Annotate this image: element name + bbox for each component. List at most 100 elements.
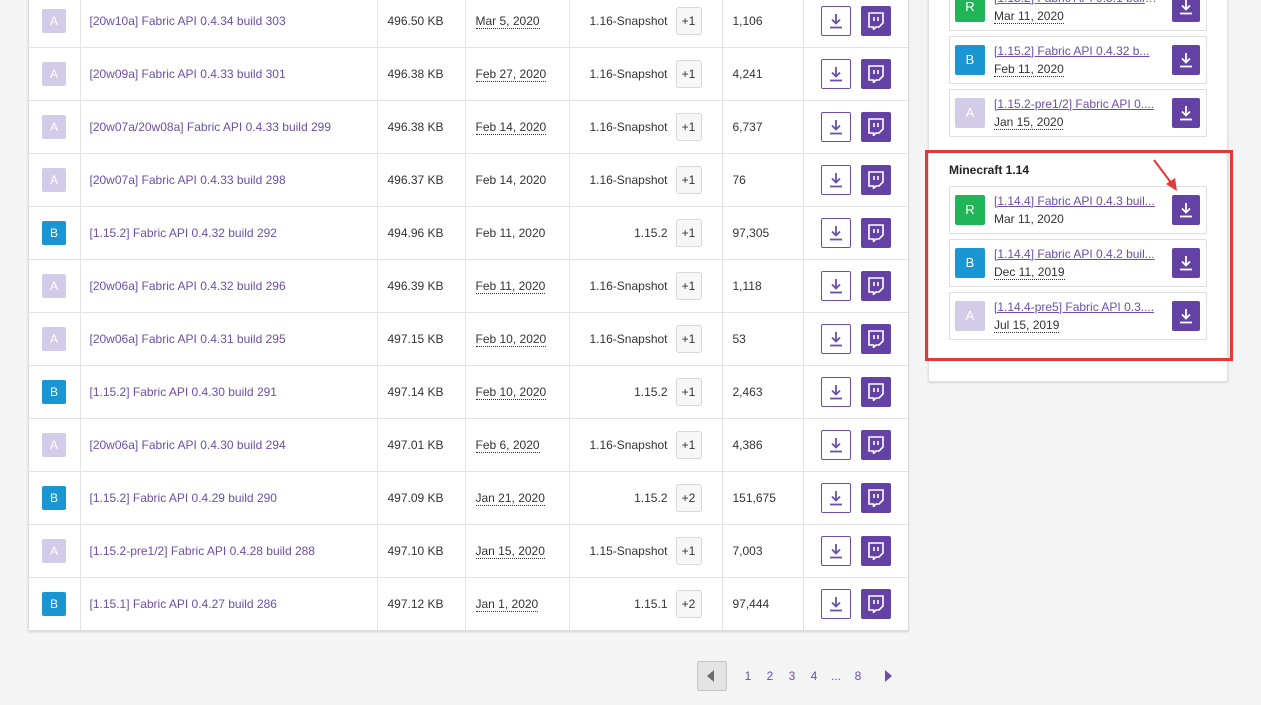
next-page-button[interactable]: [879, 662, 899, 690]
file-row: A [1.15.2-pre1/2] Fabric API 0.4.28 build…: [29, 524, 908, 578]
download-button[interactable]: [820, 324, 851, 354]
download-button[interactable]: [1172, 248, 1200, 278]
actions-cell: [803, 100, 908, 154]
install-twitch-button[interactable]: [860, 589, 891, 619]
download-icon: [829, 332, 842, 347]
page-link-3[interactable]: 3: [787, 669, 797, 683]
upload-date-cell: Feb 6, 2020: [465, 418, 570, 472]
upload-date-cell: Feb 11, 2020: [465, 206, 570, 260]
page-link-4[interactable]: 4: [809, 669, 819, 683]
file-name-link[interactable]: [1.15.2-pre1/2] Fabric API 0.4.28 build …: [81, 544, 315, 558]
file-name-link[interactable]: [1.15.1] Fabric API 0.4.27 build 286: [81, 597, 277, 611]
twitch-icon: [867, 330, 884, 348]
release-type-cell: A: [29, 153, 81, 207]
actions-cell: [803, 259, 908, 313]
upload-date: Feb 6, 2020: [475, 438, 540, 453]
actions-cell: [803, 524, 908, 578]
file-name-link[interactable]: [20w07a/20w08a] Fabric API 0.4.33 build …: [81, 120, 332, 134]
game-version: 1.15.1: [634, 597, 668, 611]
release-type-badge: B: [42, 486, 66, 510]
file-name-link[interactable]: [1.14.4-pre5] Fabric API 0.3....: [994, 300, 1158, 314]
download-button[interactable]: [820, 165, 851, 195]
mc114-file-item: B [1.14.4] Fabric API 0.4.2 buil... Dec 11…: [949, 239, 1207, 287]
install-twitch-button[interactable]: [860, 536, 891, 566]
install-twitch-button[interactable]: [860, 218, 891, 248]
game-version-cell: 1.15.1 +2: [569, 577, 723, 630]
file-name-link[interactable]: [1.15.2] Fabric API 0.4.32 b...: [994, 44, 1158, 58]
install-twitch-button[interactable]: [860, 112, 891, 142]
more-versions-chip[interactable]: +1: [675, 537, 702, 565]
more-versions-chip[interactable]: +1: [675, 7, 702, 35]
install-twitch-button[interactable]: [860, 59, 891, 89]
more-versions-chip[interactable]: +1: [675, 60, 702, 88]
release-type-cell: A: [29, 259, 81, 313]
twitch-icon: [867, 383, 884, 401]
game-version-cell: 1.16-Snapshot +1: [569, 0, 723, 48]
file-row: A [20w06a] Fabric API 0.4.30 build 294 497…: [29, 418, 908, 472]
prev-page-button[interactable]: [697, 661, 727, 691]
file-name-link[interactable]: [1.14.4] Fabric API 0.4.3 buil...: [994, 194, 1158, 208]
upload-date: Feb 11, 2020: [475, 226, 546, 240]
file-row: B [1.15.2] Fabric API 0.4.29 build 290 497…: [29, 471, 908, 525]
file-name-link[interactable]: [20w09a] Fabric API 0.4.33 build 301: [81, 67, 286, 81]
more-versions-chip[interactable]: +2: [675, 590, 702, 618]
install-twitch-button[interactable]: [860, 165, 891, 195]
download-button[interactable]: [820, 271, 851, 301]
file-name-link[interactable]: [1.15.2] Fabric API 0.4.32 build 292: [81, 226, 277, 240]
upload-date-cell: Feb 14, 2020: [465, 100, 570, 154]
file-name-link[interactable]: [1.15.2-pre1/2] Fabric API 0....: [994, 97, 1158, 111]
file-name-link[interactable]: [1.15.2] Fabric API 0.4.30 build 291: [81, 385, 277, 399]
page-link-last[interactable]: 8: [853, 669, 863, 683]
download-count: 4,241: [722, 47, 804, 101]
download-button[interactable]: [1172, 0, 1200, 22]
file-name-link[interactable]: [20w06a] Fabric API 0.4.31 build 295: [81, 332, 286, 346]
download-button[interactable]: [820, 59, 851, 89]
download-count: 1,118: [722, 259, 804, 313]
more-versions-chip[interactable]: +1: [675, 166, 702, 194]
game-version-cell: 1.16-Snapshot +1: [569, 259, 723, 313]
file-name-link[interactable]: [20w07a] Fabric API 0.4.33 build 298: [81, 173, 286, 187]
download-button[interactable]: [1172, 45, 1200, 75]
download-button[interactable]: [1172, 98, 1200, 128]
file-name-link[interactable]: [20w10a] Fabric API 0.4.34 build 303: [81, 14, 286, 28]
file-name-link[interactable]: [1.14.4] Fabric API 0.4.2 buil...: [994, 247, 1158, 261]
file-name-link[interactable]: [20w06a] Fabric API 0.4.30 build 294: [81, 438, 286, 452]
page-link-1[interactable]: 1: [743, 669, 753, 683]
download-button[interactable]: [820, 536, 851, 566]
download-button[interactable]: [820, 483, 851, 513]
download-button[interactable]: [820, 430, 851, 460]
download-button[interactable]: [1172, 195, 1200, 225]
more-versions-chip[interactable]: +1: [675, 378, 702, 406]
install-twitch-button[interactable]: [860, 6, 891, 36]
more-versions-chip[interactable]: +2: [675, 484, 702, 512]
download-button[interactable]: [820, 218, 851, 248]
download-button[interactable]: [820, 6, 851, 36]
install-twitch-button[interactable]: [860, 483, 891, 513]
actions-cell: [803, 206, 908, 260]
download-button[interactable]: [820, 377, 851, 407]
more-versions-chip[interactable]: +1: [675, 325, 702, 353]
game-version: 1.16-Snapshot: [589, 120, 668, 134]
upload-date: Feb 10, 2020: [475, 385, 547, 400]
download-button[interactable]: [820, 112, 851, 142]
game-version: 1.16-Snapshot: [589, 279, 668, 293]
download-button[interactable]: [1172, 301, 1200, 331]
download-button[interactable]: [820, 589, 851, 619]
more-versions-chip[interactable]: +1: [675, 272, 702, 300]
file-name-link[interactable]: [1.15.2] Fabric API 0.4.29 build 290: [81, 491, 277, 505]
install-twitch-button[interactable]: [860, 430, 891, 460]
more-versions-chip[interactable]: +1: [675, 431, 702, 459]
game-version-cell: 1.15.2 +2: [569, 471, 723, 525]
release-type-badge: B: [42, 221, 66, 245]
release-type-cell: A: [29, 100, 81, 154]
install-twitch-button[interactable]: [860, 324, 891, 354]
install-twitch-button[interactable]: [860, 377, 891, 407]
more-versions-chip[interactable]: +1: [675, 113, 702, 141]
file-name-link[interactable]: [1.15.2] Fabric API 0.5.1 build...: [994, 0, 1158, 5]
file-size: 496.38 KB: [377, 100, 466, 154]
file-name-link[interactable]: [20w06a] Fabric API 0.4.32 build 296: [81, 279, 286, 293]
more-versions-chip[interactable]: +1: [675, 219, 702, 247]
release-type-badge: A: [42, 62, 66, 86]
install-twitch-button[interactable]: [860, 271, 891, 301]
page-link-2[interactable]: 2: [765, 669, 775, 683]
